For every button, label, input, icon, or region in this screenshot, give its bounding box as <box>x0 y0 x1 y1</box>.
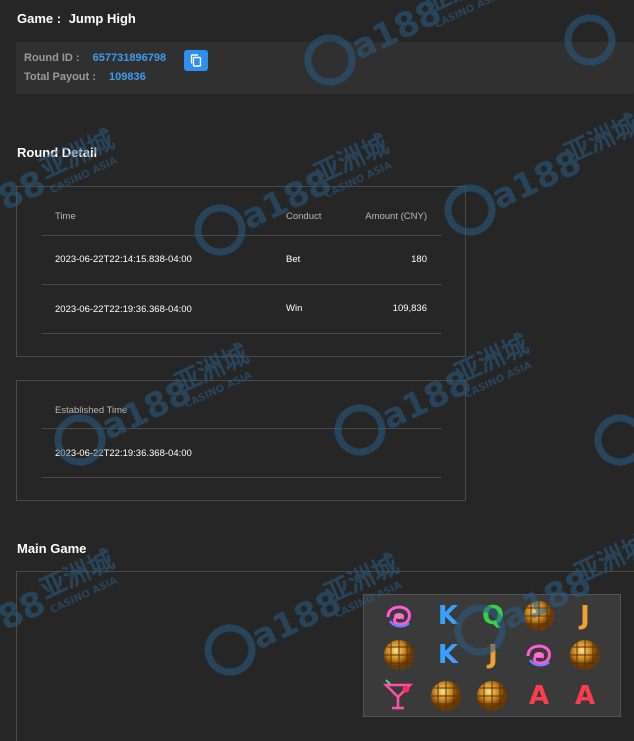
row-1-conduct: Bet <box>286 254 301 265</box>
divider <box>42 235 442 236</box>
column-header-amount: Amount (CNY) <box>365 211 427 222</box>
round-id-value: 657731896798 <box>92 52 167 64</box>
svg-text:亚洲城: 亚洲城 <box>420 0 503 20</box>
divider <box>42 284 442 285</box>
row-1-amount: 180 <box>411 254 427 265</box>
reel-grid: K Q J K J A A <box>363 594 621 717</box>
established-time-table: Established Time 2023-06-22T22:19:36.368… <box>16 380 466 501</box>
game-name: Jump High <box>68 11 136 26</box>
round-detail-table: Time Conduct Amount (CNY) 2023-06-22T22:… <box>16 186 466 357</box>
established-time-value: 2023-06-22T22:19:36.368-04:00 <box>55 448 192 459</box>
row-1-time: 2023-06-22T22:14:15.838-04:00 <box>55 254 192 265</box>
svg-text:亚洲城: 亚洲城 <box>560 110 634 170</box>
symbol-q: Q <box>481 601 505 631</box>
round-id-row: Round ID : 657731896798 <box>24 52 166 64</box>
disco-ball-icon <box>521 598 557 634</box>
symbol-k: K <box>437 640 459 670</box>
total-payout-label: Total Payout : <box>24 71 96 83</box>
svg-text:a188: a188 <box>486 142 588 218</box>
divider <box>42 333 442 334</box>
established-time-label: Established Time <box>55 405 128 416</box>
cocktail-icon <box>381 678 417 714</box>
row-2-time: 2023-06-22T22:19:36.368-04:00 <box>55 304 192 315</box>
disco-ball-icon <box>381 637 417 673</box>
game-label: Game : <box>17 11 62 26</box>
column-header-conduct: Conduct <box>286 211 322 222</box>
round-info-panel: Round ID : 657731896798 Total Payout : 1… <box>16 42 634 94</box>
svg-text:CASINO ASIA: CASINO ASIA <box>463 360 534 401</box>
symbol-j: J <box>488 640 498 670</box>
row-2-amount: 109,836 <box>392 303 427 314</box>
symbol-j: J <box>580 601 590 631</box>
round-id-label: Round ID : <box>24 52 80 64</box>
disco-ball-icon <box>474 678 510 714</box>
row-2-conduct: Win <box>286 303 303 314</box>
column-header-time: Time <box>55 211 76 222</box>
round-detail-title: Round Detail <box>17 145 98 160</box>
total-payout-value: 109836 <box>108 71 146 83</box>
total-payout-row: Total Payout : 109836 <box>24 71 146 83</box>
divider <box>42 428 442 429</box>
copy-round-id-button[interactable] <box>184 50 208 71</box>
svg-text:CASINO ASIA: CASINO ASIA <box>433 0 504 31</box>
symbol-k: K <box>437 601 459 631</box>
disco-ball-icon <box>428 678 464 714</box>
disco-ball-icon <box>567 637 603 673</box>
lips-icon <box>521 637 557 673</box>
symbol-a: A <box>574 681 596 711</box>
symbol-a: A <box>528 681 550 711</box>
divider <box>42 477 442 478</box>
copy-icon <box>190 54 202 67</box>
page-title: Game : Jump High <box>17 11 136 26</box>
svg-text:亚洲城: 亚洲城 <box>310 130 393 190</box>
lips-icon <box>381 598 417 634</box>
main-game-title: Main Game <box>17 541 87 556</box>
